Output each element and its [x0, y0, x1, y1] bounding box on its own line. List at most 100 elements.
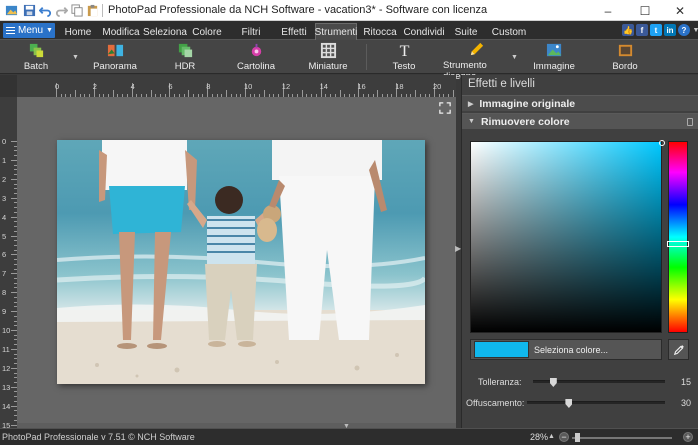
save-icon[interactable] — [22, 3, 37, 18]
tab-effetti[interactable]: Effetti — [280, 24, 308, 40]
help-icon[interactable]: ? — [678, 24, 690, 36]
bordo-button[interactable]: Bordo — [612, 41, 638, 73]
close-button[interactable]: ✕ — [662, 0, 698, 21]
blur-slider[interactable] — [527, 401, 665, 404]
ruler-label-left: 12 — [2, 363, 11, 373]
zoom-in-button[interactable]: + — [683, 432, 693, 442]
ruler-minor-tick — [216, 94, 218, 97]
maximize-button[interactable]: ☐ — [627, 0, 663, 21]
hue-marker[interactable] — [667, 241, 689, 247]
strumento-disegno-button[interactable]: Strumento disegno — [443, 41, 509, 82]
cartolina-button[interactable]: Cartolina — [237, 41, 275, 73]
ruler-minor-tick — [429, 94, 431, 97]
ruler-minor-tick — [14, 339, 17, 341]
ruler-minor-tick — [164, 94, 166, 97]
ruler-tick — [11, 235, 17, 237]
ruler-minor-tick — [14, 282, 17, 284]
ruler-minor-tick — [14, 202, 17, 204]
ruler-minor-tick — [14, 164, 17, 166]
ruler-minor-tick — [14, 391, 17, 393]
testo-button[interactable]: T Testo — [392, 41, 416, 73]
photo-vacation[interactable] — [57, 140, 425, 384]
tab-condividi[interactable]: Condividi — [403, 24, 444, 40]
ruler-label-left: 0 — [2, 137, 7, 146]
ruler-minor-tick — [65, 94, 67, 97]
miniature-button[interactable]: Miniature — [308, 41, 348, 73]
ruler-label-left: 5 — [2, 231, 7, 241]
zoom-slider-thumb[interactable] — [575, 433, 580, 442]
twitter-icon[interactable]: t — [650, 24, 662, 36]
immagine-button[interactable]: Immagine — [533, 41, 575, 73]
ruler-label-top: 20 — [433, 82, 442, 91]
ruler-tick — [339, 90, 341, 97]
ruler-tick — [11, 330, 17, 331]
panorama-button[interactable]: Panorama — [93, 41, 137, 73]
window-title: PhotoPad Professionale da NCH Software -… — [108, 4, 488, 16]
zoom-out-button[interactable]: − — [559, 432, 569, 442]
pin-icon[interactable] — [687, 118, 693, 126]
ruler-tick — [11, 311, 17, 313]
menu-button[interactable]: Menu ▼ — [3, 23, 55, 38]
ruler-minor-tick — [273, 94, 275, 97]
ruler-minor-tick — [363, 94, 365, 97]
ruler-minor-tick — [178, 94, 180, 97]
ruler-tick — [11, 178, 17, 180]
ruler-minor-tick — [14, 363, 17, 365]
ruler-minor-tick — [438, 94, 440, 97]
ruler-tick — [11, 348, 17, 350]
drawing-dropdown-icon[interactable]: ▼ — [511, 54, 518, 61]
batch-dropdown-icon[interactable]: ▼ — [72, 54, 79, 61]
tab-filtri[interactable]: Filtri — [240, 24, 262, 40]
ruler-minor-tick — [14, 372, 17, 374]
facebook-icon[interactable]: f — [636, 24, 648, 36]
ruler-minor-tick — [14, 334, 17, 336]
tab-strumenti[interactable]: Strumenti — [315, 23, 357, 40]
toolbar: Batch ▼ Panorama HDR Cartolina Miniature — [0, 40, 698, 82]
zoom-level[interactable]: 28% — [530, 432, 548, 442]
color-picker-marker[interactable] — [659, 140, 665, 146]
zoom-slider[interactable] — [572, 437, 672, 439]
ruler-minor-tick — [367, 94, 369, 97]
ruler-label-left: 14 — [2, 401, 11, 411]
fullscreen-icon[interactable] — [438, 101, 452, 115]
ruler-minor-tick — [84, 94, 86, 97]
saturation-value-picker[interactable] — [470, 141, 662, 333]
copy-icon[interactable] — [70, 3, 85, 18]
zoom-dropdown-icon[interactable]: ▲ — [548, 433, 555, 440]
tab-ritocca[interactable]: Ritocca — [363, 24, 396, 40]
batch-button[interactable]: Batch — [22, 41, 50, 73]
ruler-minor-tick — [306, 94, 308, 97]
undo-icon[interactable] — [38, 3, 53, 18]
ruler-minor-tick — [400, 94, 402, 97]
tolerance-label: Tolleranza: — [478, 377, 522, 387]
ruler-minor-tick — [202, 94, 204, 97]
paste-icon[interactable] — [85, 3, 100, 18]
ruler-minor-tick — [410, 94, 412, 97]
select-color-button[interactable]: Seleziona colore... — [470, 339, 662, 360]
ruler-minor-tick — [235, 94, 237, 97]
ruler-label-top: 6 — [168, 82, 173, 91]
ruler-minor-tick — [14, 169, 17, 171]
minimize-button[interactable]: – — [590, 0, 626, 21]
tab-seleziona[interactable]: Seleziona — [143, 24, 187, 40]
ruler-minor-tick — [60, 94, 62, 97]
tab-custom[interactable]: Custom — [492, 24, 526, 40]
ruler-minor-tick — [14, 183, 17, 185]
hdr-button[interactable]: HDR — [173, 41, 197, 73]
tab-suite[interactable]: Suite — [455, 24, 478, 40]
redo-icon[interactable] — [54, 3, 69, 18]
tab-home[interactable]: Home — [62, 24, 94, 40]
section-remove-color[interactable]: ▼ Rimuovere colore — [462, 113, 698, 129]
help-dropdown-icon[interactable]: ▼ — [690, 24, 698, 36]
section-original-image[interactable]: ▶ Immagine originale — [462, 95, 698, 111]
linkedin-icon[interactable]: in — [664, 24, 676, 36]
like-icon[interactable]: 👍 — [622, 24, 634, 36]
ruler-minor-tick — [79, 94, 81, 97]
eyedropper-button[interactable] — [668, 339, 689, 360]
tab-modifica[interactable]: Modifica — [102, 24, 140, 40]
svg-text:T: T — [399, 43, 409, 59]
hue-slider[interactable] — [668, 141, 688, 333]
tab-colore[interactable]: Colore — [192, 24, 222, 40]
ruler-minor-tick — [136, 94, 138, 97]
ruler-label-left: 7 — [2, 269, 7, 279]
